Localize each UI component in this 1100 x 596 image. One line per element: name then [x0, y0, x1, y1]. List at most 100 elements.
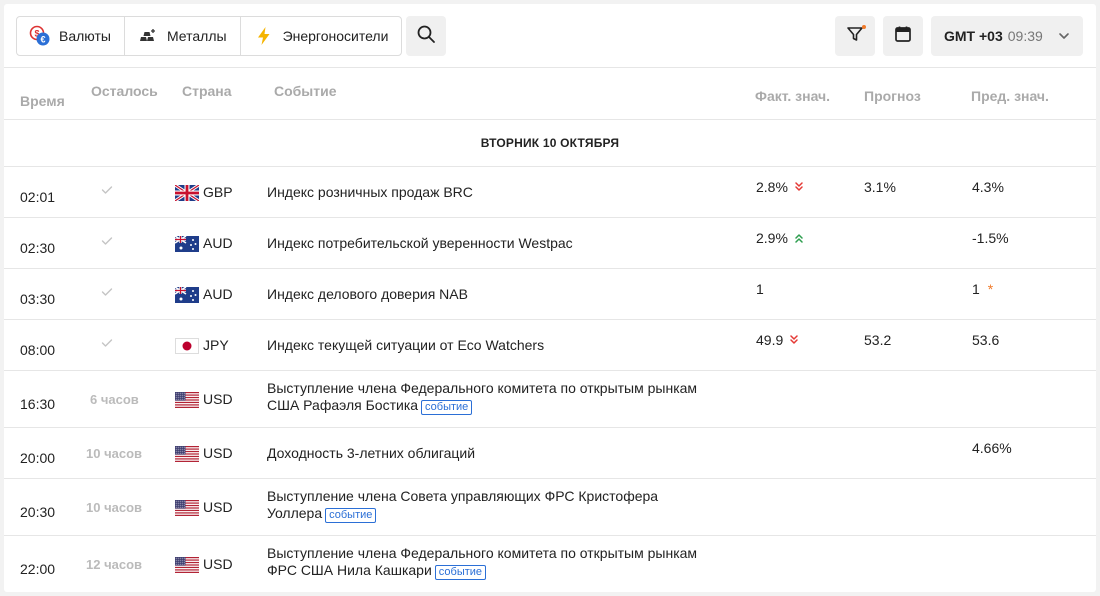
calendar-button[interactable]: [883, 16, 923, 56]
event-time: 03:30: [20, 291, 56, 307]
lightning-icon: [253, 25, 275, 47]
actual-value: 2.9%: [756, 230, 804, 246]
event-tag-badge[interactable]: событие: [434, 565, 487, 580]
column-previous: Пред. знач.: [971, 88, 1049, 104]
event-time: 20:30: [20, 504, 56, 520]
previous-value-text: 4.66%: [972, 440, 1012, 456]
event-name[interactable]: Доходность 3-летних облигаций: [267, 445, 707, 462]
currency-code: USD: [203, 499, 233, 515]
column-country: Страна: [182, 83, 232, 99]
column-actual: Факт. знач.: [755, 88, 831, 104]
table-row[interactable]: 08:00 JPY Индекс текущей ситуации от Eco W…: [4, 320, 1096, 371]
event-tag-badge[interactable]: событие: [421, 400, 473, 415]
svg-text:€: €: [40, 35, 45, 45]
flag-us-icon: [175, 446, 199, 462]
actual-value-text: 2.8%: [756, 179, 788, 195]
day-header: ВТОРНИК 10 ОКТЯБРЯ: [4, 120, 1096, 167]
category-tabs: $ € Валюты Металлы Энергоносители: [16, 16, 403, 56]
actual-value: 1: [756, 281, 764, 297]
event-name[interactable]: Выступление члена Федерального комитета …: [267, 545, 707, 580]
currency-code: AUD: [203, 235, 233, 251]
table-row[interactable]: 03:30 AUD Индекс делового доверия NAB 1 1 *: [4, 269, 1096, 320]
event-name[interactable]: Выступление члена Совета управляющих ФРС…: [267, 488, 707, 523]
previous-value-text: 1: [972, 281, 980, 297]
column-time: Время: [20, 93, 65, 109]
tab-metals[interactable]: Металлы: [125, 17, 241, 55]
revised-marker-icon: *: [987, 281, 994, 297]
event-time: 08:00: [20, 342, 56, 358]
event-name[interactable]: Индекс розничных продаж BRC: [267, 184, 707, 201]
actual-value-text: 49.9: [756, 332, 784, 348]
currency-exchange-icon: $ €: [29, 25, 51, 47]
event-name-text: Индекс делового доверия NAB: [267, 286, 468, 302]
table-row[interactable]: 22:00 12 часов USD Выступление члена Федера…: [4, 536, 1096, 592]
filter-active-dot: [862, 25, 866, 29]
table-row[interactable]: 02:30 AUD Индекс потребительской увереннос…: [4, 218, 1096, 269]
currency-code: USD: [203, 556, 233, 572]
event-name-text: Индекс текущей ситуации от Eco Watchers: [267, 337, 545, 353]
event-name-text: Доходность 3-летних облигаций: [267, 445, 476, 461]
previous-value-text: -1.5%: [972, 230, 1009, 246]
forecast-value: 3.1%: [864, 179, 896, 195]
event-name-text: Индекс потребительской уверенности Westp…: [267, 235, 573, 251]
currency-code: AUD: [203, 286, 233, 302]
done-check-icon: [101, 284, 113, 300]
event-name[interactable]: Индекс потребительской уверенности Westp…: [267, 235, 707, 252]
trend-down-icon: [789, 335, 799, 345]
actual-value: 2.8%: [756, 179, 804, 195]
tab-energy-label: Энергоносители: [282, 28, 389, 44]
flag-us-icon: [175, 500, 199, 516]
tab-metals-label: Металлы: [166, 28, 227, 44]
done-check-icon: [101, 335, 113, 351]
previous-value: 4.66%: [972, 440, 1012, 456]
currency-code: USD: [203, 391, 233, 407]
event-name-text: Индекс розничных продаж BRC: [267, 184, 473, 200]
event-time: 22:00: [20, 561, 56, 577]
done-check-icon: [101, 182, 113, 198]
timezone-time: 09:39: [1007, 28, 1043, 44]
table-row[interactable]: 20:00 10 часов USD Доходность 3-летних обли…: [4, 428, 1096, 479]
search-button[interactable]: [406, 16, 446, 56]
column-event: Событие: [274, 83, 337, 99]
tab-currencies[interactable]: $ € Валюты: [17, 17, 125, 55]
timezone-label: GMT +03: [944, 28, 1003, 44]
flag-gb-icon: [174, 183, 200, 203]
table-row[interactable]: 16:30 6 часов USD Выступление члена Федерал…: [4, 371, 1096, 428]
event-time: 02:30: [20, 240, 56, 256]
time-left: 10 часов: [86, 500, 143, 515]
currency-code: USD: [203, 445, 233, 461]
previous-value: -1.5%: [972, 230, 1009, 246]
table-row[interactable]: 20:30 10 часов USD Выступление члена Совета…: [4, 479, 1096, 536]
timezone-dropdown[interactable]: GMT +03 09:39: [931, 16, 1083, 56]
trend-down-icon: [794, 182, 804, 192]
calendar-icon: [894, 25, 912, 48]
previous-value-text: 53.6: [972, 332, 1000, 348]
event-time: 16:30: [20, 396, 56, 412]
event-name[interactable]: Выступление члена Федерального комитета …: [267, 380, 707, 415]
table-header: Время Осталось Страна Событие Факт. знач…: [4, 69, 1096, 120]
event-time: 02:01: [20, 189, 56, 205]
currency-code: JPY: [203, 337, 229, 353]
trend-up-icon: [794, 233, 804, 243]
time-left: 12 часов: [86, 557, 143, 572]
time-left: 10 часов: [86, 446, 143, 461]
actual-value-text: 1: [756, 281, 764, 297]
filter-button[interactable]: [835, 16, 875, 56]
flag-jp-icon: [175, 338, 199, 354]
previous-value: 4.3%: [972, 179, 1004, 195]
search-icon: [416, 24, 436, 49]
event-name[interactable]: Индекс текущей ситуации от Eco Watchers: [267, 337, 707, 354]
time-left: 6 часов: [90, 392, 139, 407]
table-row[interactable]: 02:01 GBP Индекс розничных продаж BRC 2.8% 3…: [4, 167, 1096, 218]
column-forecast: Прогноз: [864, 88, 921, 104]
event-tag-badge[interactable]: событие: [325, 508, 377, 523]
calendar-card: $ € Валюты Металлы Энергоносители GMT +0…: [4, 4, 1096, 592]
chevron-down-icon: [1057, 29, 1071, 46]
event-time: 20:00: [20, 450, 56, 466]
currency-code: GBP: [203, 184, 233, 200]
tab-energy[interactable]: Энергоносители: [241, 17, 402, 55]
flag-us-icon: [175, 392, 199, 408]
flag-au-icon: [174, 286, 199, 303]
event-name[interactable]: Индекс делового доверия NAB: [267, 286, 707, 303]
gold-bars-icon: [137, 25, 159, 47]
